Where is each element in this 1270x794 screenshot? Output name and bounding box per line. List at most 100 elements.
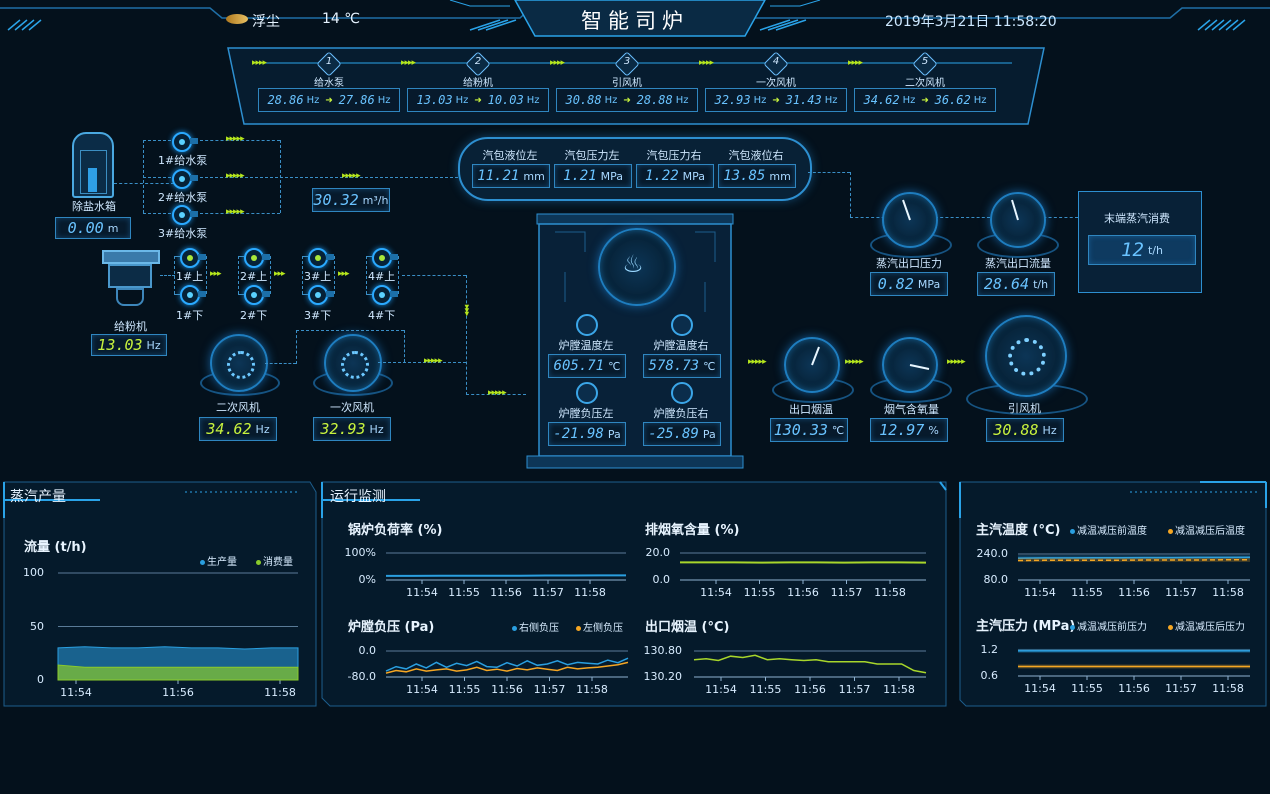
flow-arrow-icon: ▸▸▸▸ — [699, 58, 714, 68]
step-number: 2 — [474, 56, 482, 67]
thermometer-icon — [576, 314, 598, 336]
furnace-unit: Pa — [607, 427, 621, 441]
feeder-top-icon[interactable] — [308, 248, 334, 268]
end-steam-value: 12 t/h — [1088, 235, 1196, 265]
furnace-value: 578.73 ℃ — [643, 354, 721, 378]
pump-1-icon[interactable] — [172, 132, 198, 152]
step-number: 4 — [772, 56, 780, 67]
drum-item-label: 汽包液位左 — [482, 149, 538, 162]
legend-item: 生产量 — [200, 553, 237, 568]
furnace-value: 605.71 ℃ — [548, 354, 626, 378]
water-tank-label: 除盐水箱 — [72, 200, 116, 213]
chart-plot — [680, 552, 927, 584]
legend-label: 消费量 — [263, 557, 293, 568]
furnace-label: 炉膛温度左 — [558, 339, 614, 352]
chart-plot — [57, 572, 299, 684]
feeder-top-label: 1#上 — [176, 270, 204, 283]
end-steam-label: 末端蒸汽消费 — [1104, 212, 1170, 225]
feeder-bottom-label: 1#下 — [176, 309, 204, 322]
chart-title: 出口烟温 (°C) — [645, 620, 730, 635]
legend-item: 右侧负压 — [512, 619, 559, 634]
exhaust-temp-value: 130.33 ℃ — [770, 418, 848, 442]
line-series — [385, 657, 629, 672]
flame-icon: ♨ — [622, 250, 644, 278]
induced-fan-label: 引风机 — [1008, 402, 1041, 415]
feeder-top-label: 3#上 — [304, 270, 332, 283]
flow-arrow-icon: ▸▸▸▸▸ — [748, 357, 767, 367]
chart-title: 主汽压力 (MPa) — [976, 619, 1076, 634]
feeder-top-icon[interactable] — [244, 248, 270, 268]
y-tick-label: 1.2 — [980, 643, 999, 656]
y-tick-label: 0.6 — [980, 669, 999, 682]
feeder-bottom-label: 2#下 — [240, 309, 268, 322]
step-label: 一次风机 — [756, 78, 796, 89]
pump-1-label: 1#给水泵 — [158, 154, 208, 167]
y-tick-label: 50 — [30, 619, 44, 633]
chart-plot — [386, 552, 626, 584]
feeder-top-icon[interactable] — [372, 248, 398, 268]
y-tick-label: 240.0 — [976, 547, 1009, 560]
line-series — [386, 574, 626, 577]
steam-out-pressure-value: 0.82 MPa — [870, 272, 948, 296]
feeder-bottom-icon[interactable] — [180, 285, 206, 305]
flow-arrow-icon: ▸▸▸▸▸ — [226, 207, 245, 217]
chart-title: 排烟氧含量 (%) — [645, 523, 740, 538]
furnace-unit: ℃ — [608, 359, 621, 373]
furnace-number: -25.89 — [648, 426, 699, 442]
arrow-right-icon: ➜ — [772, 93, 780, 107]
pump-2-icon[interactable] — [172, 169, 198, 189]
series-band — [1018, 557, 1250, 562]
feeder-bottom-label: 3#下 — [304, 309, 332, 322]
drum-item-value: 11.21 mm — [472, 164, 550, 188]
step-to-unit: Hz — [973, 94, 987, 106]
pressure-gauge-icon — [576, 382, 598, 404]
furnace-number: 578.73 — [648, 358, 700, 374]
flow-arrow-icon: ▸▸▸▸ — [848, 58, 863, 68]
line-series — [693, 654, 927, 674]
step-from-unit: Hz — [306, 94, 320, 106]
flow-arrow-icon: ▸▸▸▸▸ — [845, 357, 864, 367]
flow-arrow-icon: ▸▸▸ — [338, 269, 350, 279]
feeder-top-label: 4#上 — [368, 270, 396, 283]
flow-value: 30.32 m³/h — [312, 188, 390, 212]
step-value-box: 30.88 Hz ➜ 28.88 Hz — [556, 88, 698, 112]
feeder-bottom-icon[interactable] — [244, 285, 270, 305]
y-tick-label: 100% — [344, 546, 376, 559]
chart-title: 流量 (t/h) — [24, 540, 87, 555]
chart-plot — [385, 650, 629, 681]
legend-dot-icon — [1168, 528, 1173, 534]
water-tank-value: 0.00 m — [55, 217, 131, 239]
feeder-bottom-icon[interactable] — [372, 285, 398, 305]
legend-dot-icon — [576, 625, 581, 631]
feeder-bottom-icon[interactable] — [308, 285, 334, 305]
flow-arrow-icon: ▸▸▸▸▸ — [947, 357, 966, 367]
feeder-top-label: 2#上 — [240, 270, 268, 283]
y-tick-label: -80.0 — [347, 670, 376, 683]
legend-dot-icon — [512, 625, 517, 631]
arrow-right-icon: ➜ — [474, 93, 482, 107]
pressure-gauge-icon — [671, 382, 693, 404]
powder-feeder-value: 13.03 Hz — [91, 334, 167, 356]
drum-item-number: 1.21 — [562, 168, 597, 184]
primary-fan-label: 一次风机 — [330, 401, 374, 414]
step-label: 给粉机 — [463, 78, 493, 89]
y-tick-label: 0 — [37, 673, 44, 686]
area-series — [57, 664, 299, 681]
drum-item-unit: MPa — [682, 169, 706, 183]
monitoring-panel-title: 运行监测 — [330, 489, 386, 505]
feeder-top-icon[interactable] — [180, 248, 206, 268]
step-value-box: 34.62 Hz ➜ 36.62 Hz — [854, 88, 996, 112]
needle-icon — [909, 364, 930, 370]
pump-2-label: 2#给水泵 — [158, 191, 208, 204]
step-number: 1 — [325, 56, 333, 67]
flow-arrow-icon: ▸▸▸▸▸ — [226, 134, 245, 144]
flow-arrow-icon: ▸▸▸▸▸ — [342, 171, 361, 181]
flow-arrow-icon: ▸▸▸ — [461, 304, 472, 316]
pump-3-icon[interactable] — [172, 205, 198, 225]
legend-dot-icon — [1168, 624, 1173, 630]
step-from-unit: Hz — [902, 94, 916, 106]
arrow-right-icon: ➜ — [325, 93, 333, 107]
step-to-unit: Hz — [675, 94, 689, 106]
legend-dot-icon — [1070, 528, 1075, 534]
feeder-bottom-label: 4#下 — [368, 309, 396, 322]
